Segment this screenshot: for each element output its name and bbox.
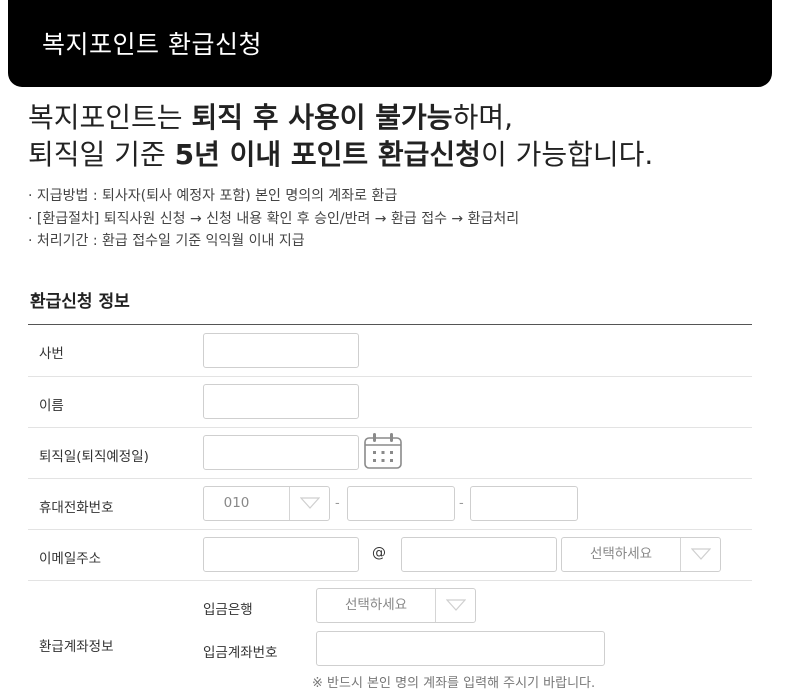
phone-prefix-select[interactable]: 010: [203, 486, 330, 521]
note-payment-method: · 지급방법 : 퇴사자(퇴사 예정자 포함) 본인 명의의 계좌로 환급: [28, 188, 398, 204]
email-domain-select-value: 선택하세요: [589, 546, 653, 562]
form-row-phone: 휴대전화번호 010 - -: [28, 479, 752, 530]
retire-date-input[interactable]: [203, 435, 359, 470]
phone-separator-2: -: [459, 496, 464, 511]
chevron-down-icon: [680, 538, 720, 571]
account-number-input[interactable]: [316, 631, 605, 666]
section-title: 환급신청 정보: [30, 292, 130, 312]
employee-no-label: 사번: [39, 346, 64, 362]
account-label: 환급계좌정보: [39, 639, 114, 655]
email-local-input[interactable]: [203, 537, 359, 572]
email-domain-input[interactable]: [401, 537, 557, 572]
intro-line1-pre: 복지포인트는: [28, 101, 192, 134]
email-at-sign: @: [372, 545, 386, 561]
note-procedure: · [환급절차] 퇴직사원 신청 → 신청 내용 확인 후 승인/반려 → 환급…: [28, 210, 520, 227]
intro-line2-pre: 퇴직일 기준: [28, 138, 175, 171]
phone-separator-1: -: [335, 496, 340, 511]
intro-line-2: 퇴직일 기준 5년 이내 포인트 환급신청이 가능합니다.: [28, 136, 653, 173]
form-row-name: 이름: [28, 377, 752, 428]
phone-middle-input[interactable]: [347, 486, 455, 521]
intro-line-1: 복지포인트는 퇴직 후 사용이 불가능하며,: [28, 99, 653, 136]
account-number-label: 입금계좌번호: [203, 645, 278, 661]
account-notice: ※ 반드시 본인 명의 계좌를 입력해 주시기 바랍니다.: [312, 676, 596, 689]
retire-date-label: 퇴직일(퇴직예정일): [39, 449, 149, 465]
name-label: 이름: [39, 398, 64, 414]
name-input[interactable]: [203, 384, 359, 419]
page-title: 복지포인트 환급신청: [42, 30, 262, 59]
info-notes: · 지급방법 : 퇴사자(퇴사 예정자 포함) 본인 명의의 계좌로 환급 · …: [28, 185, 519, 253]
intro-line1-bold: 퇴직 후 사용이 불가능: [191, 101, 453, 134]
employee-no-input[interactable]: [203, 333, 359, 368]
bank-label: 입금은행: [203, 602, 253, 618]
form-row-employee-no: 사번: [28, 325, 752, 377]
calendar-icon[interactable]: [363, 432, 403, 474]
phone-label: 휴대전화번호: [39, 500, 114, 516]
chevron-down-icon: [435, 589, 475, 622]
form-row-retire-date: 퇴직일(퇴직예정일): [28, 428, 752, 479]
intro-line2-post: 이 가능합니다.: [480, 138, 654, 171]
page-header: 복지포인트 환급신청: [8, 0, 772, 87]
email-domain-select[interactable]: 선택하세요: [561, 537, 721, 572]
bank-select[interactable]: 선택하세요: [316, 588, 476, 623]
intro-line2-bold: 5년 이내 포인트 환급신청: [174, 138, 481, 171]
bank-select-value: 선택하세요: [344, 597, 408, 613]
phone-prefix-value: 010: [223, 495, 250, 511]
note-processing-period: · 처리기간 : 환급 접수일 기준 익익월 이내 지급: [28, 233, 305, 249]
email-label: 이메일주소: [39, 551, 102, 567]
phone-last-input[interactable]: [470, 486, 578, 521]
form-row-email: 이메일주소 @ 선택하세요: [28, 530, 752, 581]
intro-line1-post: 하며,: [452, 101, 513, 134]
chevron-down-icon: [289, 487, 329, 520]
intro-text: 복지포인트는 퇴직 후 사용이 불가능하며, 퇴직일 기준 5년 이내 포인트 …: [28, 99, 653, 173]
